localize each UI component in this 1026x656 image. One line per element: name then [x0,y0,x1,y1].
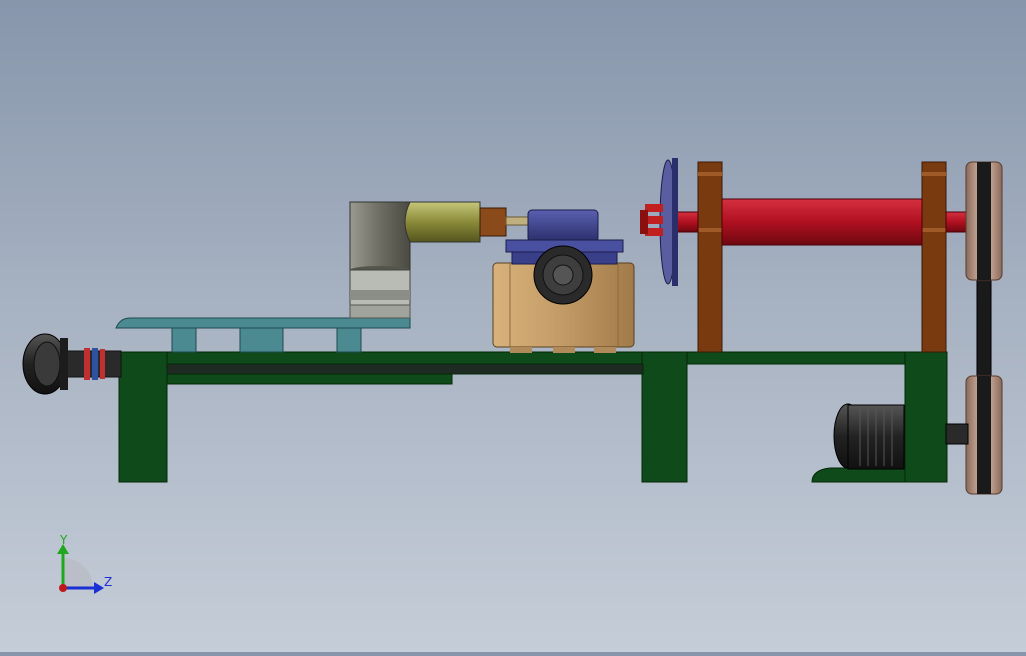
chuck-disc[interactable] [640,158,678,286]
olive-cylinder[interactable] [404,201,531,243]
teal-plate[interactable] [115,317,411,353]
base-frame[interactable] [118,351,948,483]
left-bracket[interactable] [697,161,723,353]
assembly-drawing: Y Z [22,158,1003,594]
gray-elbow-housing[interactable] [349,201,411,319]
upper-pulley[interactable] [965,161,1003,281]
z-axis-label: Z [104,575,112,589]
z-axis-arrowhead [94,582,104,594]
left-end-wheel[interactable] [22,333,122,395]
reference-triad: Y Z [57,533,112,594]
y-axis-label: Y [59,533,68,547]
x-axis-dot [59,584,67,592]
cad-viewport[interactable]: Y Z [0,0,1026,652]
lower-pulley[interactable] [965,375,1003,495]
right-bracket[interactable] [921,161,947,353]
